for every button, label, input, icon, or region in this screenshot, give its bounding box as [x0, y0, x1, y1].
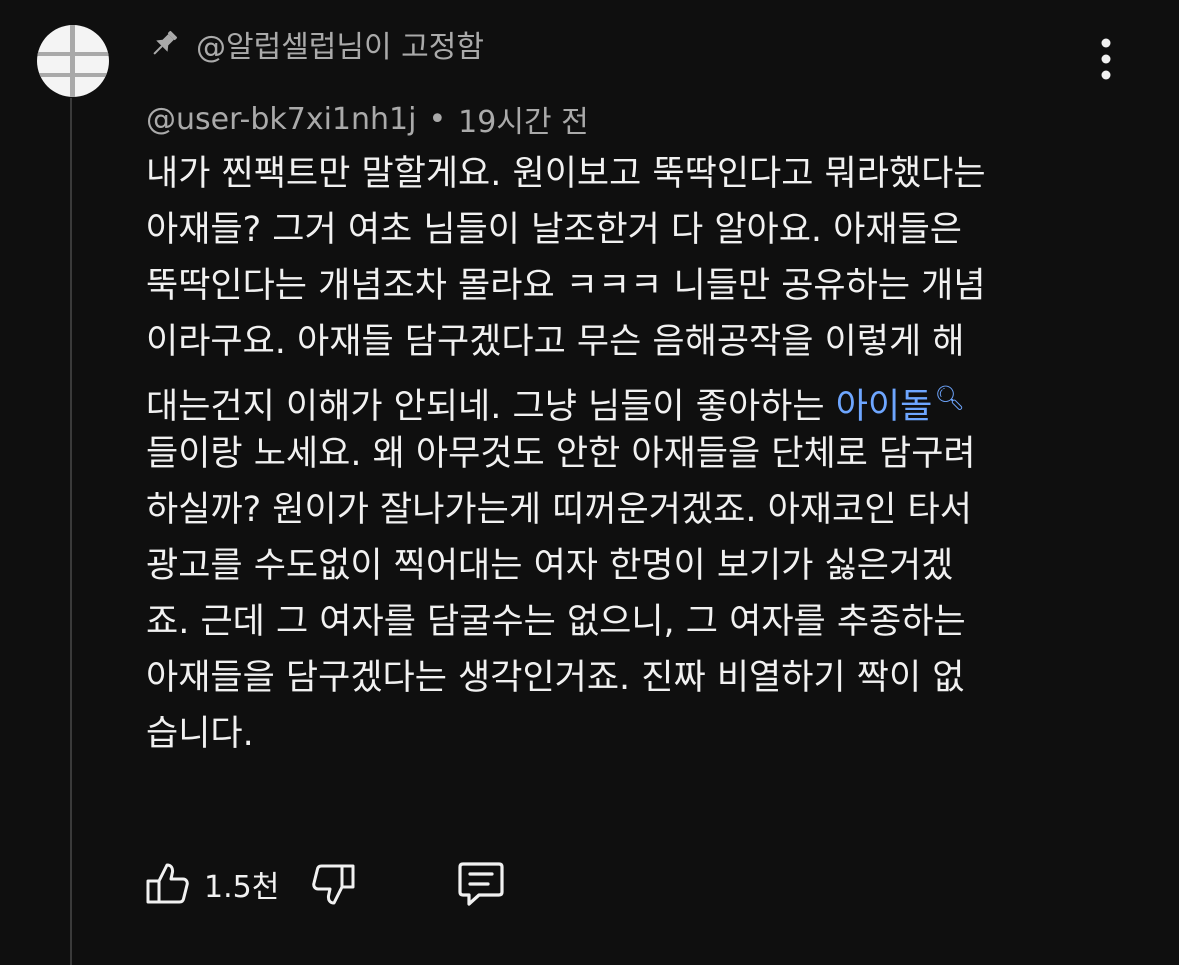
comment-line: 습니다.: [146, 714, 254, 754]
more-vertical-icon[interactable]: [1094, 38, 1118, 80]
comment-line: 광고를 수도없이 찍어대는 여자 한명이 보기가 싫은거겠: [146, 546, 954, 586]
comment-line: 죠. 근데 그 여자를 담굴수는 없으니, 그 여자를 추종하는: [146, 602, 966, 642]
pin-icon: [148, 28, 180, 60]
comment-line: 들이랑 노세요. 왜 아무것도 안한 아재들을 단체로 담구려: [146, 434, 976, 474]
comment-meta: @user-bk7xi1nh1j • 19시간 전: [146, 96, 589, 142]
comment-line: 이라구요. 아재들 담구겠다고 무슨 음해공작을 이렇게 해: [146, 322, 965, 362]
comment-line: 아재들을 담구겠다는 생각인거죠. 진짜 비열하기 짝이 없: [146, 658, 965, 698]
thumbs-down-icon: [309, 860, 357, 908]
pinned-label: @알럽셀럽님이 고정함: [148, 22, 484, 66]
comment-timestamp[interactable]: 19시간 전: [458, 97, 589, 141]
author-handle[interactable]: @user-bk7xi1nh1j: [146, 102, 416, 137]
comment-line: 아재들? 그거 여초 님들이 날조한거 다 알아요. 아재들은: [146, 210, 962, 250]
search-icon: 🔍︎: [934, 384, 965, 412]
comment-line: 뚝딱인다는 개념조차 몰라요 ㅋㅋㅋ 니들만 공유하는 개념: [146, 266, 986, 306]
comment-text: 내가 찐팩트만 말할게요. 원이보고 뚝딱인다고 뭐라했다는 아재들? 그거 여…: [146, 146, 1096, 762]
comment-line-text: 대는건지 이해가 안되네. 그냥 님들이 좋아하는: [146, 387, 836, 427]
thread-line: [70, 98, 72, 965]
pinned-text: @알럽셀럽님이 고정함: [196, 30, 484, 65]
search-link[interactable]: 아이돌🔍︎: [835, 384, 965, 427]
comment-actions: 1.5천: [144, 854, 507, 914]
comment-line-with-link: 대는건지 이해가 안되네. 그냥 님들이 좋아하는 아이돌🔍︎: [146, 370, 1096, 427]
comment-line: 내가 찐팩트만 말할게요. 원이보고 뚝딱인다고 뭐라했다는: [146, 154, 986, 194]
comment-line: 하실까? 원이가 잘나가는게 띠꺼운거겠죠. 아재코인 타서: [146, 490, 972, 530]
avatar[interactable]: [37, 25, 109, 97]
search-link-text: 아이돌: [835, 387, 933, 427]
dislike-button[interactable]: [309, 860, 357, 908]
meta-separator: •: [428, 101, 447, 137]
thumbs-up-icon: [144, 860, 192, 908]
reply-comment-icon: [455, 858, 507, 910]
like-button[interactable]: 1.5천: [144, 860, 279, 908]
like-count: 1.5천: [204, 870, 280, 905]
reply-button[interactable]: [455, 858, 507, 910]
